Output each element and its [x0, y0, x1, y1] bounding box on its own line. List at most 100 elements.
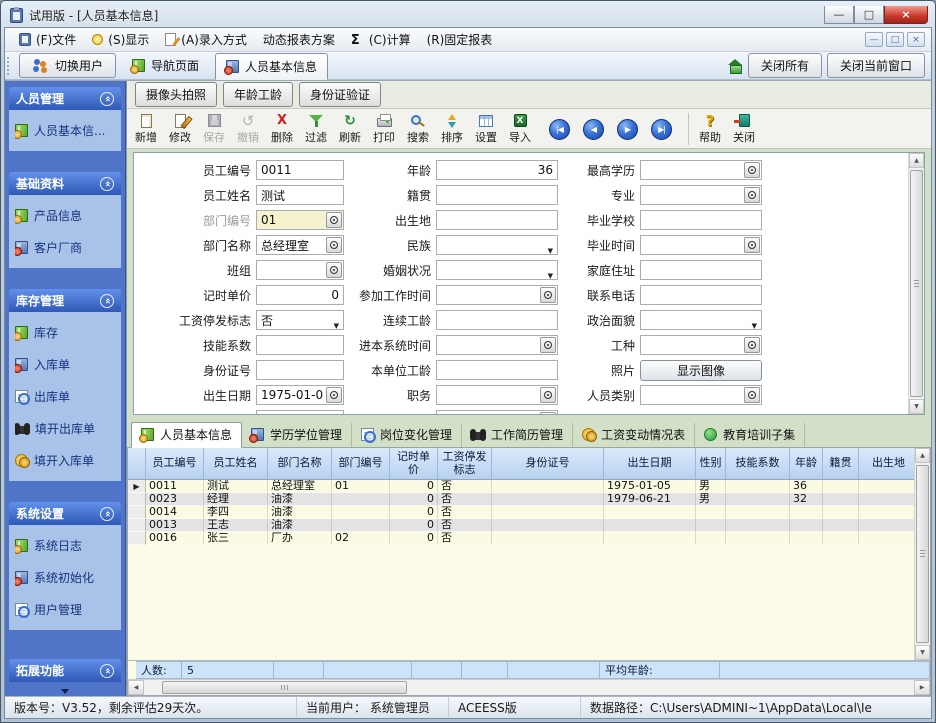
menu-file[interactable]: (F)文件 [11, 29, 84, 50]
field-input[interactable] [436, 410, 558, 414]
modify-button[interactable]: 修改 [163, 110, 197, 148]
column-header[interactable]: 记时单价 [390, 448, 438, 479]
refresh-button[interactable]: 刷新 [333, 110, 367, 148]
scroll-down-icon[interactable] [915, 645, 930, 660]
form-vertical-scrollbar[interactable] [908, 153, 924, 414]
sidebar-item-user-management[interactable]: 用户管理 [15, 601, 115, 618]
column-header[interactable]: 出生日期 [604, 448, 696, 479]
section-header-system[interactable]: 系统设置 [9, 502, 121, 525]
lookup-button[interactable] [326, 212, 342, 228]
print-button[interactable]: 打印 [367, 110, 401, 148]
sidebar-scroll-down-icon[interactable] [5, 689, 125, 694]
sidebar-item-system-log[interactable]: 系统日志 [15, 537, 115, 554]
scroll-down-icon[interactable] [909, 399, 924, 414]
lookup-button[interactable] [326, 387, 342, 403]
tab-position-change[interactable]: 岗位变化管理 [352, 423, 462, 447]
field-input[interactable]: 0 [256, 285, 344, 305]
show-image-button[interactable]: 显示图像 [640, 360, 762, 381]
collapse-chevron-icon[interactable] [100, 294, 114, 308]
last-record-button[interactable]: ▶| [651, 119, 672, 140]
age-seniority-button[interactable]: 年龄工龄 [223, 82, 293, 107]
mdi-close-button[interactable]: × [907, 32, 925, 47]
minimize-button[interactable]: — [824, 6, 854, 24]
field-input[interactable]: 否 [256, 310, 344, 330]
field-input[interactable] [640, 385, 762, 405]
field-input[interactable] [256, 335, 344, 355]
collapse-chevron-icon[interactable] [100, 92, 114, 106]
delete-button[interactable]: 删除 [265, 110, 299, 148]
collapse-chevron-icon[interactable] [100, 507, 114, 521]
field-input[interactable] [436, 210, 558, 230]
column-header[interactable]: 身份证号 [492, 448, 604, 479]
column-header[interactable]: 技能系数 [726, 448, 790, 479]
new-button[interactable]: 新增 [129, 110, 163, 148]
field-input[interactable]: 男 [256, 410, 344, 414]
settings-button[interactable]: 设置 [469, 110, 503, 148]
collapse-chevron-icon[interactable] [100, 664, 114, 678]
column-header[interactable]: 部门编号 [332, 448, 390, 479]
field-input[interactable]: 0011 [256, 160, 344, 180]
column-header[interactable]: 员工编号 [146, 448, 204, 479]
field-input[interactable] [640, 285, 762, 305]
close-all-button[interactable]: 关闭所有 [748, 53, 822, 78]
lookup-button[interactable] [326, 237, 342, 253]
table-row[interactable]: 0014 李四 油漆 0 否 [128, 506, 914, 519]
lookup-button[interactable] [744, 237, 760, 253]
mdi-restore-button[interactable]: □ [886, 32, 904, 47]
field-input[interactable]: 测试 [256, 185, 344, 205]
section-header-inventory[interactable]: 库存管理 [9, 289, 121, 312]
lookup-button[interactable] [540, 337, 556, 353]
field-input[interactable]: 36 [436, 160, 558, 180]
search-button[interactable]: 搜索 [401, 110, 435, 148]
lookup-button[interactable] [744, 162, 760, 178]
menu-entry-mode[interactable]: (A)录入方式 [157, 29, 255, 50]
dropdown-arrow-icon[interactable] [334, 317, 339, 331]
mdi-minimize-button[interactable]: — [865, 32, 883, 47]
sort-button[interactable]: 排序 [435, 110, 469, 148]
sidebar-item-create-inbound-order[interactable]: 填开入库单 [15, 452, 115, 469]
grid-vertical-scrollbar[interactable] [914, 448, 930, 660]
switch-user-button[interactable]: 切换用户 [19, 53, 116, 78]
sidebar-item-outbound-order[interactable]: 出库单 [15, 388, 115, 405]
dropdown-arrow-icon[interactable] [548, 267, 553, 281]
title-bar[interactable]: 试用版 - [人员基本信息] — □ × [4, 1, 932, 27]
menu-dynamic-report[interactable]: 动态报表方案 [255, 29, 343, 50]
field-input[interactable] [640, 235, 762, 255]
import-button[interactable]: 导入 [503, 110, 537, 148]
menu-display[interactable]: (S)显示 [84, 29, 157, 50]
field-input[interactable] [436, 335, 558, 355]
close-button[interactable]: × [884, 6, 928, 24]
lookup-button[interactable] [540, 412, 556, 414]
field-input[interactable] [436, 360, 558, 380]
home-icon[interactable] [728, 59, 743, 73]
section-header-basic-data[interactable]: 基础资料 [9, 172, 121, 195]
scroll-right-icon[interactable] [914, 680, 930, 695]
sidebar-item-system-init[interactable]: 系统初始化 [15, 569, 115, 586]
lookup-button[interactable] [744, 387, 760, 403]
column-header[interactable]: 性别 [696, 448, 726, 479]
field-input[interactable] [436, 235, 558, 255]
menu-fixed-report[interactable]: (R)固定报表 [419, 29, 501, 50]
scrollbar-thumb[interactable] [910, 170, 923, 397]
tab-work-resume[interactable]: 工作简历管理 [462, 423, 573, 447]
maximize-button[interactable]: □ [854, 6, 884, 24]
column-header[interactable]: 年龄 [790, 448, 823, 479]
prev-record-button[interactable]: ◀ [583, 119, 604, 140]
sidebar-item-product-info[interactable]: 产品信息 [15, 207, 115, 224]
sidebar-item-personnel-basic-info[interactable]: 人员基本信... [15, 122, 115, 139]
camera-photo-button[interactable]: 摄像头拍照 [135, 82, 217, 107]
tab-personnel-basic-info[interactable]: 人员基本信息 [131, 422, 242, 448]
lookup-button[interactable] [540, 287, 556, 303]
column-header[interactable]: 部门名称 [268, 448, 332, 479]
field-input[interactable] [436, 260, 558, 280]
sidebar-item-customer-vendor[interactable]: 客户厂商 [15, 239, 115, 256]
column-header[interactable]: 出生地 [859, 448, 914, 479]
field-input[interactable] [640, 335, 762, 355]
menu-calc[interactable]: (C)计算 [343, 29, 419, 50]
field-input[interactable] [640, 185, 762, 205]
scroll-up-icon[interactable] [915, 448, 930, 463]
table-row[interactable]: 0013 王志 油漆 0 否 [128, 519, 914, 532]
field-input[interactable] [640, 210, 762, 230]
field-input[interactable] [436, 310, 558, 330]
table-row[interactable]: ▶ 0011 测试 总经理室 01 0 否 1975-01-05 [128, 480, 914, 493]
